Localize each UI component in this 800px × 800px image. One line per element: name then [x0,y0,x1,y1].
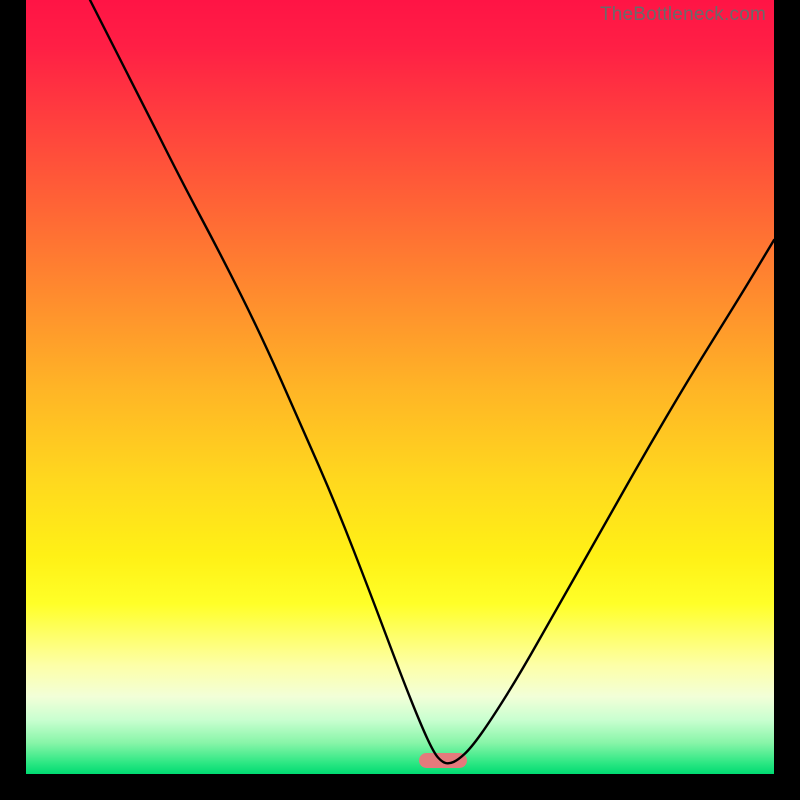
watermark-text: TheBottleneck.com [600,4,766,26]
bottleneck-curve [26,0,774,774]
chart-plot-area: TheBottleneck.com [26,0,774,774]
curve-path [90,0,774,763]
optimal-point-marker [419,753,467,768]
